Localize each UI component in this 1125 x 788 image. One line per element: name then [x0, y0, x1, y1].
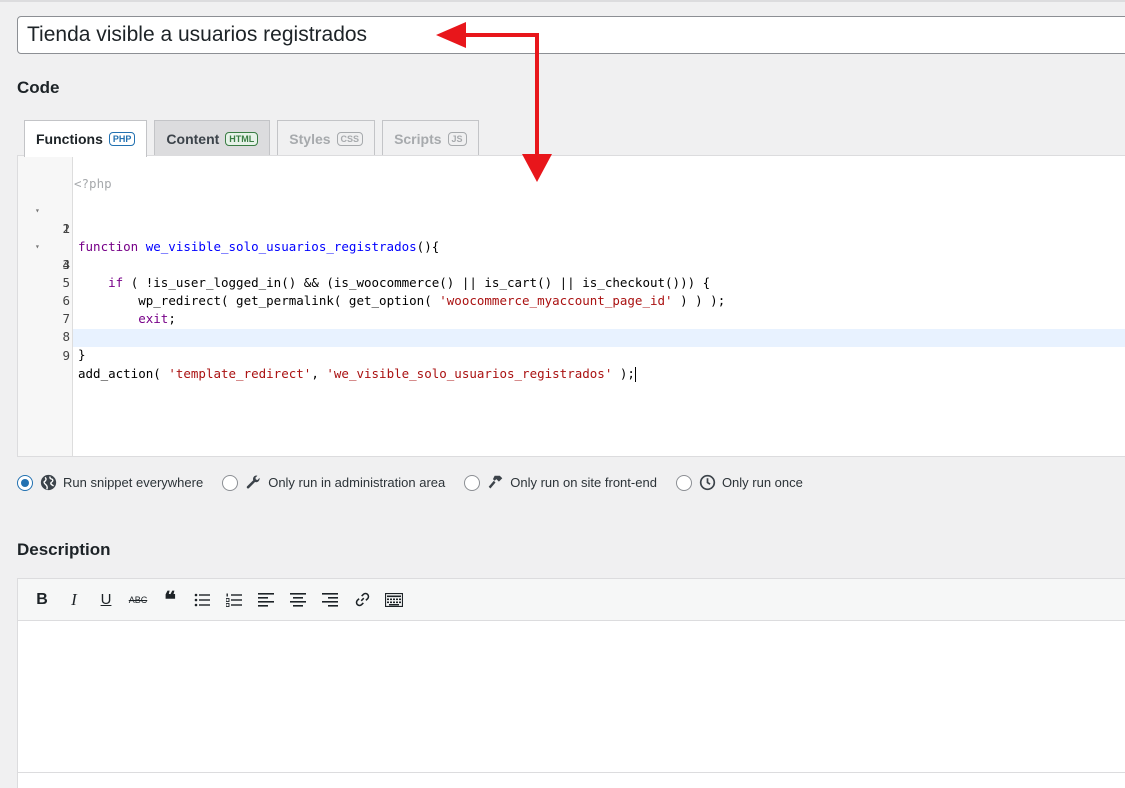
wrench-icon — [245, 474, 262, 491]
code-line-3[interactable]: ▾ 3 if ( !is_user_logged_in() && (is_woo… — [18, 220, 1125, 290]
numbered-list-icon — [226, 593, 242, 607]
align-right-icon — [322, 592, 338, 607]
align-left-icon — [258, 592, 274, 607]
js-badge: JS — [447, 131, 467, 146]
top-border — [0, 0, 1125, 2]
link-icon — [355, 592, 369, 607]
scope-frontend-option[interactable]: Only run on site front-end — [464, 474, 657, 491]
globe-icon — [40, 474, 57, 491]
clock-icon — [699, 474, 716, 491]
keyboard-icon — [385, 592, 403, 607]
html-badge: HTML — [225, 131, 259, 146]
italic-button[interactable]: I — [58, 585, 90, 615]
insert-link-button[interactable] — [346, 585, 378, 615]
align-left-button[interactable] — [250, 585, 282, 615]
tab-scripts[interactable]: Scripts JS — [382, 120, 479, 156]
scope-global-radio[interactable] — [17, 474, 33, 491]
strikethrough-button[interactable]: ABC — [122, 585, 154, 615]
align-center-button[interactable] — [282, 585, 314, 615]
code-editor[interactable]: <?php ▾ 1 function we_visible_solo_usuar… — [17, 155, 1125, 457]
code-line-7[interactable]: 7 } — [18, 292, 1125, 344]
line-number: 9 — [62, 348, 70, 363]
scope-frontend-radio[interactable] — [464, 474, 481, 491]
scope-once-option[interactable]: Only run once — [675, 474, 803, 491]
code-line-6[interactable]: 6 exit; — [18, 274, 1125, 326]
code-tabs: Functions PHP Content HTML Styles CSS Sc… — [24, 120, 486, 157]
scope-global-label: Run snippet everywhere — [63, 475, 204, 490]
scope-admin-radio[interactable] — [222, 474, 239, 491]
bold-icon: B — [36, 590, 48, 608]
php-badge: PHP — [108, 132, 136, 146]
italic-icon: I — [71, 589, 77, 609]
numbered-list-button[interactable] — [218, 585, 250, 615]
strikethrough-icon: ABC — [128, 594, 148, 605]
description-editor[interactable]: B I U ABC ❝ — [17, 578, 1125, 788]
code-line-8[interactable]: 8 } — [18, 310, 1125, 362]
bulleted-list-button[interactable] — [186, 585, 218, 615]
code-token: add_action( — [78, 366, 169, 381]
code-line-1[interactable]: ▾ 1 function we_visible_solo_usuarios_re… — [18, 184, 1125, 254]
tab-styles[interactable]: Styles CSS — [277, 120, 376, 156]
code-line-9-active[interactable]: 9 add_action( 'template_redirect', 'we_v… — [62, 329, 1125, 382]
editor-toolbar: B I U ABC ❝ — [18, 579, 1125, 621]
hammer-icon — [487, 474, 504, 491]
code-area[interactable]: <?php ▾ 1 function we_visible_solo_usuar… — [18, 156, 1125, 456]
scope-once-label: Only run once — [721, 475, 803, 490]
tab-functions[interactable]: Functions PHP — [24, 120, 148, 157]
scope-global-option[interactable]: Run snippet everywhere — [17, 474, 203, 491]
blockquote-button[interactable]: ❝ — [154, 585, 186, 615]
code-line-4[interactable]: 4 — [18, 238, 1125, 272]
scope-admin-option[interactable]: Only run in administration area — [222, 474, 445, 491]
scope-admin-label: Only run in administration area — [268, 475, 446, 490]
scope-once-radio[interactable] — [675, 474, 692, 491]
scope-options: Run snippet everywhere Only run in admin… — [17, 474, 822, 491]
snippet-title-input[interactable] — [17, 16, 1125, 54]
code-line-5[interactable]: 5 wp_redirect( get_permalink( get_option… — [18, 256, 1125, 308]
code-heading: Code — [17, 78, 60, 97]
underline-button[interactable]: U — [90, 585, 122, 615]
description-heading: Description — [17, 540, 111, 559]
code-line-2[interactable]: 2 — [18, 202, 1125, 236]
bulleted-list-icon — [194, 593, 210, 606]
code-token: ); — [612, 366, 635, 381]
tab-scripts-label: Scripts — [394, 130, 442, 147]
text-cursor — [634, 367, 636, 382]
toolbar-toggle-button[interactable] — [378, 585, 410, 615]
line-number: 8 — [62, 329, 70, 344]
tab-styles-label: Styles — [289, 130, 331, 147]
code-token: 'template_redirect' — [168, 366, 312, 381]
css-badge: CSS — [336, 131, 364, 146]
tab-functions-label: Functions — [36, 131, 103, 147]
align-right-button[interactable] — [314, 585, 346, 615]
blockquote-icon: ❝ — [164, 586, 176, 613]
bold-button[interactable]: B — [26, 585, 58, 615]
tab-content[interactable]: Content HTML — [154, 120, 271, 156]
align-center-icon — [290, 592, 306, 607]
underline-icon: U — [100, 591, 112, 608]
scope-frontend-label: Only run on site front-end — [510, 475, 657, 490]
code-token: , — [311, 366, 327, 381]
code-token: 'we_visible_solo_usuarios_registrados' — [326, 366, 613, 381]
description-inner-border — [17, 772, 1125, 773]
php-prelude-line: <?php — [18, 157, 1125, 191]
tab-content-label: Content — [166, 130, 220, 147]
